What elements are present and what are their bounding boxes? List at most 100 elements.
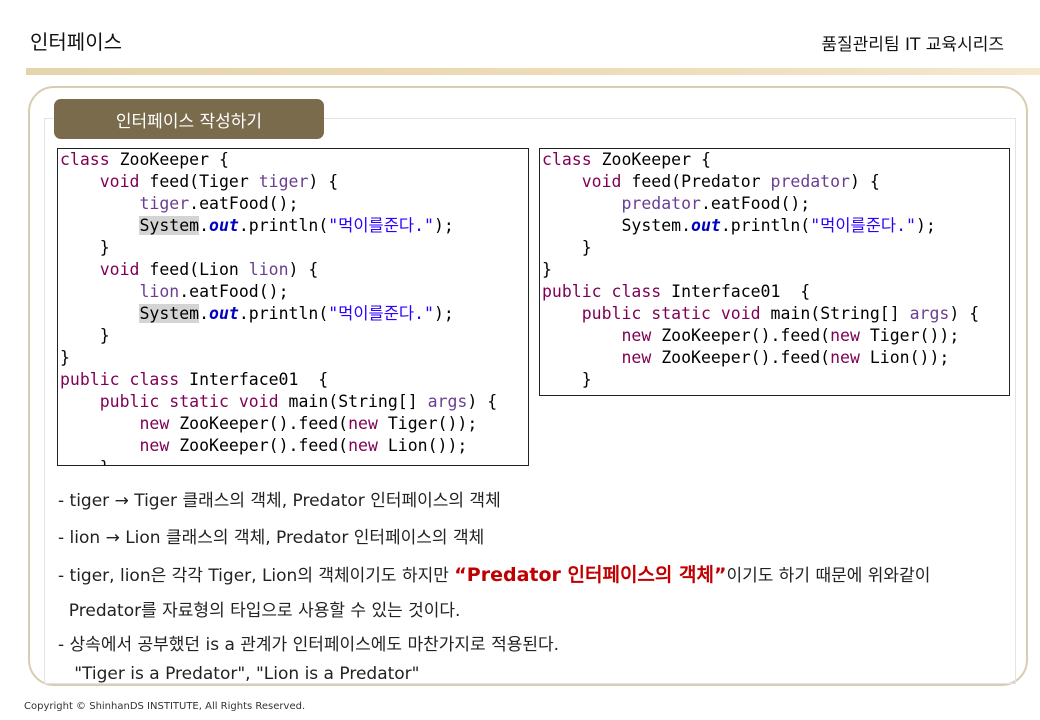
code-token: feed(Predator bbox=[621, 172, 771, 191]
code-token: args bbox=[909, 304, 950, 323]
code-token: Tiger()); bbox=[859, 326, 960, 345]
code-token: } bbox=[60, 238, 110, 257]
code-line: void feed(Predator predator) { bbox=[542, 171, 1009, 193]
code-token: .println( bbox=[720, 216, 811, 235]
bullet-is-a: - 상속에서 공부했던 is a 관계가 인터페이스에도 마찬가지로 적용된다. bbox=[58, 635, 560, 655]
code-token: ZooKeeper().feed( bbox=[651, 326, 831, 345]
code-line: } bbox=[60, 457, 528, 465]
code-line: System.out.println("먹이를준다."); bbox=[542, 215, 1009, 237]
code-token: feed(Tiger bbox=[139, 172, 259, 191]
code-token: ZooKeeper().feed( bbox=[169, 414, 349, 433]
code-token: . bbox=[199, 216, 210, 235]
bullet-is-a-examples: "Tiger is a Predator", "Lion is a Predat… bbox=[58, 664, 420, 684]
code-token: lion bbox=[248, 260, 289, 279]
code-token: .println( bbox=[238, 304, 329, 323]
code-token: } bbox=[60, 458, 110, 465]
code-token: args bbox=[427, 392, 468, 411]
code-token: out bbox=[209, 304, 239, 323]
bullet-tiger: - tiger → Tiger 클래스의 객체, Predator 인터페이스의… bbox=[58, 491, 501, 511]
code-token: lion bbox=[139, 282, 180, 301]
code-token: "먹이를준다." bbox=[328, 304, 434, 323]
code-line: public static void main(String[] args) { bbox=[542, 303, 1009, 325]
code-line: lion.eatFood(); bbox=[60, 281, 528, 303]
code-token: System bbox=[139, 304, 200, 323]
code-token: new bbox=[139, 436, 170, 455]
code-token: out bbox=[209, 216, 239, 235]
code-left-content: class ZooKeeper { void feed(Tiger tiger)… bbox=[58, 149, 528, 465]
code-token: class bbox=[60, 150, 110, 169]
code-token: } bbox=[542, 238, 592, 257]
code-token: ); bbox=[433, 304, 454, 323]
code-line: new ZooKeeper().feed(new Lion()); bbox=[60, 435, 528, 457]
code-token: void bbox=[581, 172, 622, 191]
code-line: } bbox=[542, 259, 1009, 281]
code-token: class bbox=[542, 150, 592, 169]
code-token: Lion()); bbox=[859, 348, 950, 367]
code-token: .eatFood(); bbox=[189, 194, 299, 213]
code-token: "먹이를준다." bbox=[810, 216, 916, 235]
code-line: class ZooKeeper { bbox=[60, 149, 528, 171]
code-token: Interface01 { bbox=[179, 370, 329, 389]
code-line: } bbox=[542, 369, 1009, 391]
bullet-both-emphasis: “Predator 인터페이스의 객체” bbox=[454, 564, 727, 586]
code-token: tiger bbox=[258, 172, 309, 191]
bullet-both-cont: Predator를 자료형의 타입으로 사용할 수 있는 것이다. bbox=[58, 601, 461, 621]
code-line: new ZooKeeper().feed(new Tiger()); bbox=[542, 325, 1009, 347]
code-token: predator bbox=[621, 194, 701, 213]
bullet-both: - tiger, lion은 각각 Tiger, Lion의 객체이기도 하지만… bbox=[58, 560, 930, 587]
code-line: } bbox=[60, 347, 528, 369]
code-token: "먹이를준다." bbox=[328, 216, 434, 235]
code-token: public bbox=[60, 370, 120, 389]
code-token: void bbox=[720, 304, 761, 323]
code-token: static bbox=[169, 392, 229, 411]
code-token: ) { bbox=[949, 304, 980, 323]
page-title: 인터페이스 bbox=[30, 30, 122, 54]
code-line: System.out.println("먹이를준다."); bbox=[60, 215, 528, 237]
code-line: public static void main(String[] args) { bbox=[60, 391, 528, 413]
code-token: . bbox=[199, 304, 210, 323]
code-line: public class Interface01 { bbox=[542, 281, 1009, 303]
bullet-both-pre: - tiger, lion은 각각 Tiger, Lion의 객체이기도 하지만 bbox=[58, 566, 455, 586]
code-token: new bbox=[348, 436, 378, 455]
code-token: ZooKeeper { bbox=[591, 150, 711, 169]
code-line: } bbox=[60, 325, 528, 347]
code-token: public bbox=[542, 282, 602, 301]
code-block-left: class ZooKeeper { void feed(Tiger tiger)… bbox=[57, 148, 529, 466]
code-token: class bbox=[611, 282, 662, 301]
code-token: } bbox=[542, 260, 552, 279]
code-line: void feed(Tiger tiger) { bbox=[60, 171, 528, 193]
code-token: ZooKeeper().feed( bbox=[169, 436, 349, 455]
code-token: tiger bbox=[139, 194, 190, 213]
code-token: ) { bbox=[308, 172, 339, 191]
code-token: void bbox=[99, 260, 140, 279]
code-token: main(String[] bbox=[760, 304, 910, 323]
code-line: tiger.eatFood(); bbox=[60, 193, 528, 215]
code-token: new bbox=[621, 348, 652, 367]
code-token: void bbox=[238, 392, 279, 411]
code-line: public class Interface01 { bbox=[60, 369, 528, 391]
code-token: void bbox=[99, 172, 140, 191]
code-line: System.out.println("먹이를준다."); bbox=[60, 303, 528, 325]
code-token: new bbox=[139, 414, 170, 433]
copyright: Copyright © ShinhanDS INSTITUTE, All Rig… bbox=[24, 701, 306, 712]
code-token: } bbox=[60, 348, 70, 367]
code-token: new bbox=[830, 348, 860, 367]
code-token: System bbox=[139, 216, 200, 235]
bullet-both-post: 이기도 하기 때문에 위와같이 bbox=[726, 566, 931, 586]
code-token: ) { bbox=[850, 172, 880, 191]
code-token: .println( bbox=[238, 216, 329, 235]
series-label: 품질관리팀 IT 교육시리즈 bbox=[821, 35, 1004, 55]
code-line: void feed(Lion lion) { bbox=[60, 259, 528, 281]
